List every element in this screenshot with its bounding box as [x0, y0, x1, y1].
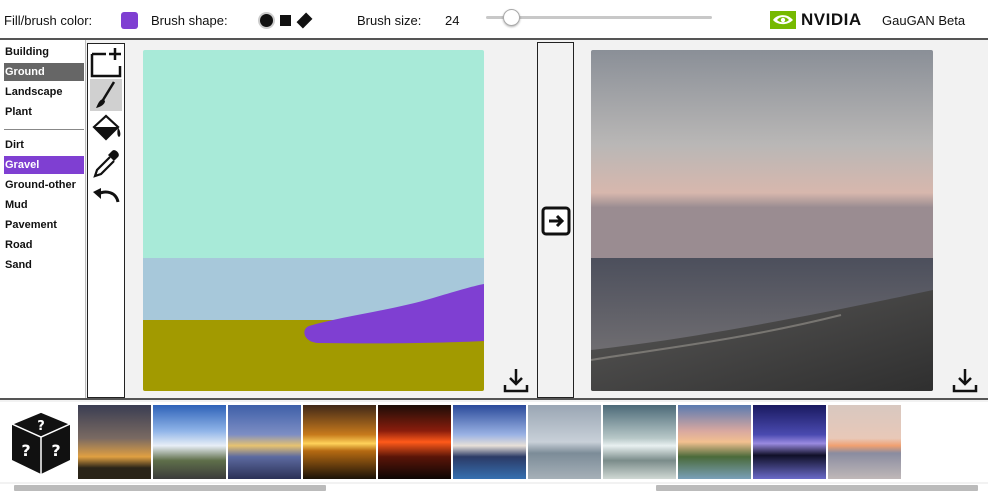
style-thumbnail-sunset-horizon[interactable]	[228, 405, 301, 479]
style-thumbnail-golden-sunset[interactable]	[303, 405, 376, 479]
toolbar: Fill/brush color: Brush shape: Brush siz…	[0, 0, 988, 40]
sublabel-dirt[interactable]: Dirt	[4, 136, 84, 154]
tool-panel	[87, 43, 125, 398]
brush-size-value: 24	[445, 13, 460, 28]
label-building[interactable]: Building	[4, 43, 84, 61]
style-strip: ? ? ?	[0, 402, 988, 482]
paint-bucket-icon[interactable]	[90, 113, 122, 145]
scrollbar-thumb-right[interactable]	[656, 485, 978, 491]
brush-size-slider-thumb[interactable]	[502, 9, 520, 26]
brush-shape-label: Brush shape:	[151, 13, 228, 28]
label-plant[interactable]: Plant	[4, 103, 84, 121]
brush-size-slider-track[interactable]	[486, 16, 712, 19]
svg-text:?: ?	[51, 441, 60, 460]
style-thumbnail-pink-clouds[interactable]	[678, 405, 751, 479]
sublabel-road[interactable]: Road	[4, 236, 84, 254]
label-ground[interactable]: Ground	[4, 63, 84, 81]
sublabel-mud[interactable]: Mud	[4, 196, 84, 214]
sublabel-pavement[interactable]: Pavement	[4, 216, 84, 234]
style-thumbnail-calm-sunset-sea[interactable]	[828, 405, 901, 479]
sublabel-gravel[interactable]: Gravel	[4, 156, 84, 174]
style-thumbnail-sunset-tree[interactable]	[78, 405, 151, 479]
label-landscape[interactable]: Landscape	[4, 83, 84, 101]
diamond-shape-icon[interactable]	[296, 12, 313, 29]
canvas-gravel-stroke	[304, 284, 484, 344]
brush-icon[interactable]	[90, 79, 122, 111]
color-swatch-button[interactable]	[121, 12, 138, 29]
arrow-right-icon[interactable]	[541, 206, 571, 236]
fill-color-label: Fill/brush color:	[4, 13, 93, 28]
style-thumbnail-misty-lake[interactable]	[603, 405, 676, 479]
segmentation-canvas[interactable]	[143, 50, 484, 391]
download-icon[interactable]	[503, 367, 529, 393]
style-thumbnail-coastal-cliff[interactable]	[453, 405, 526, 479]
svg-text:?: ?	[21, 441, 30, 460]
style-thumbnail-blue-sky-road[interactable]	[153, 405, 226, 479]
horizontal-scrollbar[interactable]	[0, 484, 988, 491]
random-dice-icon[interactable]: ? ? ?	[8, 408, 74, 478]
sublabel-ground-other[interactable]: Ground-other	[4, 176, 84, 194]
app-name: GauGAN Beta	[882, 13, 966, 28]
label-panel: Building Ground Landscape Plant Dirt Gra…	[0, 40, 86, 398]
main-area: Building Ground Landscape Plant Dirt Gra…	[0, 40, 988, 400]
label-divider	[4, 129, 84, 130]
style-thumbnail-red-fire-sky[interactable]	[378, 405, 451, 479]
style-thumbnail-purple-dusk-lake[interactable]	[753, 405, 826, 479]
new-canvas-icon[interactable]	[90, 46, 122, 78]
square-shape-icon[interactable]	[280, 15, 291, 26]
circle-shape-icon[interactable]	[260, 14, 273, 27]
nvidia-logo: NVIDIA	[770, 9, 862, 31]
nvidia-eye-icon	[770, 11, 796, 29]
scrollbar-thumb-left[interactable]	[14, 485, 326, 491]
nvidia-wordmark: NVIDIA	[801, 10, 862, 29]
eyedropper-icon[interactable]	[90, 147, 122, 179]
brush-size-label: Brush size:	[357, 13, 422, 28]
download-output-icon[interactable]	[952, 367, 978, 393]
style-thumbnail-grey-seashore[interactable]	[528, 405, 601, 479]
generated-output-image	[591, 50, 933, 391]
svg-text:?: ?	[37, 419, 45, 434]
undo-icon[interactable]	[90, 182, 122, 214]
generate-panel	[537, 42, 574, 398]
sublabel-sand[interactable]: Sand	[4, 256, 84, 274]
